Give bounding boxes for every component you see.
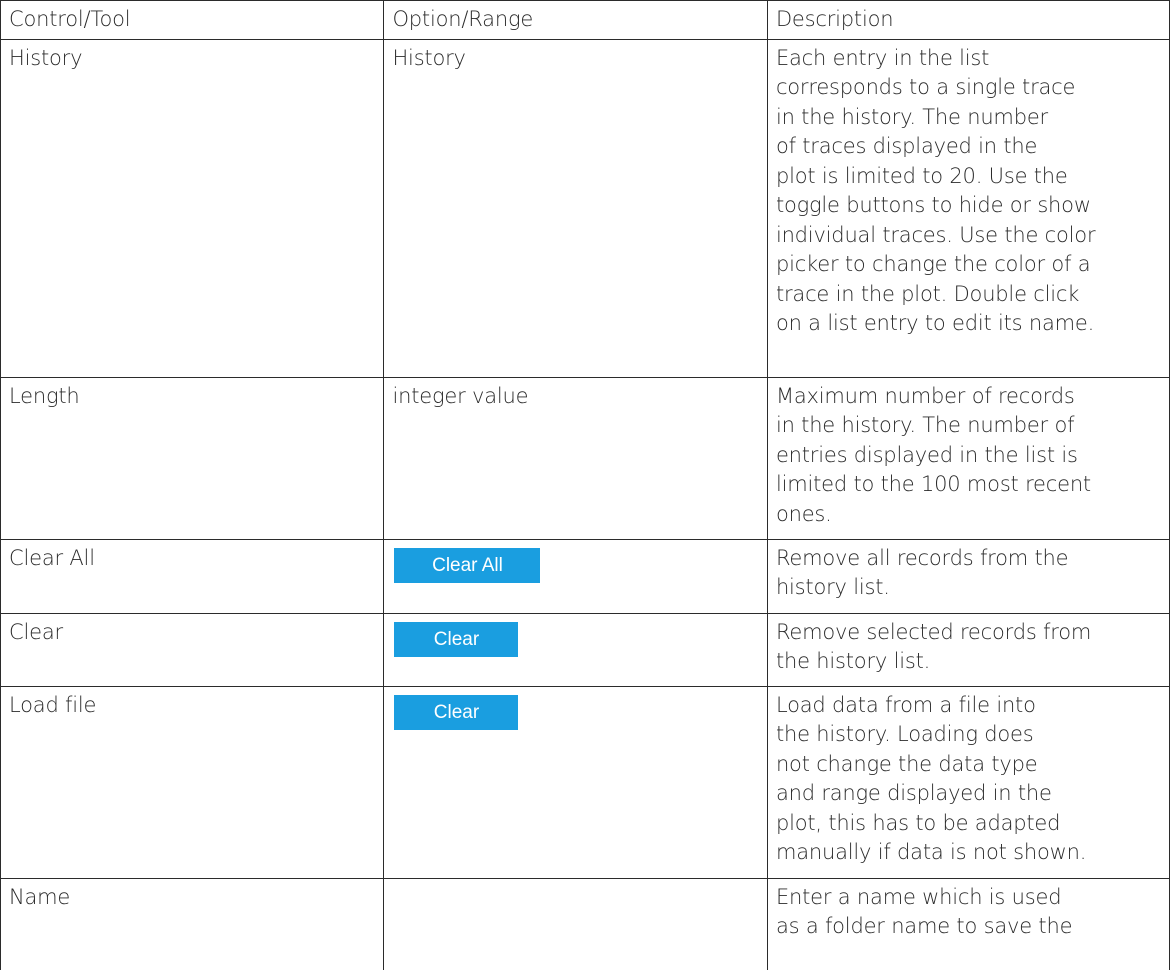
control-cell: History — [0, 38, 385, 378]
table-row-history: History History Each entry in the list c… — [0, 38, 1170, 378]
description-text: Maximum number of records in the history… — [775, 383, 1091, 526]
description-cell: Maximum number of records in the history… — [766, 376, 1170, 540]
control-cell: Clear All — [0, 538, 385, 614]
table-header-row: Control/Tool Option/Range Description — [0, 0, 1170, 40]
description-cell: Remove all records from the history list… — [766, 538, 1170, 614]
table-row-name: Name Enter a name which is used as a fol… — [0, 877, 1170, 970]
description-text: Remove selected records from the history… — [775, 619, 1092, 674]
description-text: Each entry in the list corresponds to a … — [775, 45, 1096, 336]
option-cell: Clear — [383, 685, 768, 879]
clear-all-button[interactable]: Clear All — [394, 547, 541, 583]
control-cell: Length — [0, 376, 385, 540]
description-cell: Enter a name which is used as a folder n… — [766, 877, 1170, 970]
header-option-range: Option/Range — [383, 0, 768, 40]
header-description: Description — [766, 0, 1170, 40]
description-text: Load data from a file into the history. … — [775, 692, 1087, 865]
table-row-length: Length integer value Maximum number of r… — [0, 376, 1170, 540]
control-cell: Clear — [0, 612, 385, 687]
header-control-tool: Control/Tool — [0, 0, 385, 40]
table-row-clear: Clear Clear Remove selected records from… — [0, 612, 1170, 687]
table-row-load-file: Load file Clear Load data from a file in… — [0, 685, 1170, 879]
option-cell: History — [383, 38, 768, 378]
control-cell: Name — [0, 877, 385, 970]
description-text: Enter a name which is used as a folder n… — [775, 884, 1073, 939]
clear-button[interactable]: Clear — [394, 621, 519, 657]
description-text: Remove all records from the history list… — [775, 545, 1069, 600]
option-cell: integer value — [383, 376, 768, 540]
controls-table: Control/Tool Option/Range Description Hi… — [0, 0, 1170, 970]
option-cell: Clear — [383, 612, 768, 687]
option-cell — [383, 877, 768, 970]
option-cell: Clear All — [383, 538, 768, 614]
load-file-button[interactable]: Clear — [394, 694, 519, 730]
control-cell: Load file — [0, 685, 385, 879]
description-cell: Remove selected records from the history… — [766, 612, 1170, 687]
description-cell: Each entry in the list corresponds to a … — [766, 38, 1170, 378]
description-cell: Load data from a file into the history. … — [766, 685, 1170, 879]
table-row-clear-all: Clear All Clear All Remove all records f… — [0, 538, 1170, 614]
